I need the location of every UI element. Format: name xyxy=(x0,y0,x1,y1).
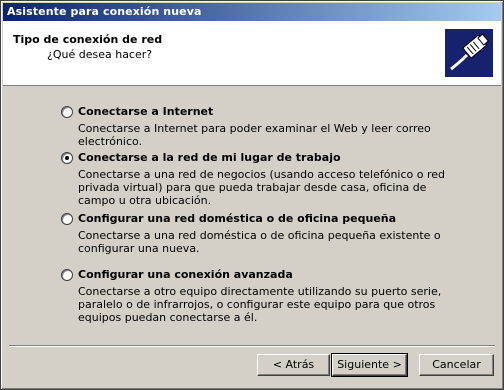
window-title: Asistente para conexión nueva xyxy=(7,5,202,18)
radio-internet[interactable] xyxy=(61,106,73,118)
option-home-network-label[interactable]: Configurar una red doméstica o de oficin… xyxy=(78,212,396,225)
radio-workplace[interactable] xyxy=(61,152,73,164)
back-button[interactable]: < Atrás xyxy=(257,354,330,376)
header-subtitle: ¿Qué desea hacer? xyxy=(47,48,153,61)
option-internet-description: Conectarse a Internet para poder examina… xyxy=(78,122,431,148)
option-workplace-label[interactable]: Conectarse a la red de mi lugar de traba… xyxy=(78,151,341,164)
wizard-header: Tipo de conexión de red ¿Qué desea hacer… xyxy=(3,21,501,86)
option-advanced-label[interactable]: Configurar una conexión avanzada xyxy=(78,268,293,281)
option-internet-label[interactable]: Conectarse a Internet xyxy=(78,105,213,118)
option-home-network-description: Conectarse a una red doméstica o de ofic… xyxy=(78,229,441,255)
next-button[interactable]: Siguiente > xyxy=(331,353,408,377)
title-bar[interactable]: Asistente para conexión nueva xyxy=(3,3,501,21)
back-button-label: < Atrás xyxy=(272,358,315,371)
next-button-label: Siguiente > xyxy=(337,358,402,371)
wizard-window: Asistente para conexión nueva Tipo de co… xyxy=(0,0,504,390)
network-cable-icon xyxy=(445,29,493,77)
header-title: Tipo de conexión de red xyxy=(13,33,163,46)
radio-selected-dot xyxy=(65,156,69,160)
option-workplace-description: Conectarse a una red de negocios (usando… xyxy=(78,168,446,207)
cancel-button[interactable]: Cancelar xyxy=(419,354,494,376)
radio-home-network[interactable] xyxy=(61,213,73,225)
cancel-button-label: Cancelar xyxy=(432,358,481,371)
option-advanced-description: Conectarse a otro equipo directamente ut… xyxy=(78,285,442,324)
footer-separator xyxy=(9,345,495,347)
radio-advanced[interactable] xyxy=(61,269,73,281)
